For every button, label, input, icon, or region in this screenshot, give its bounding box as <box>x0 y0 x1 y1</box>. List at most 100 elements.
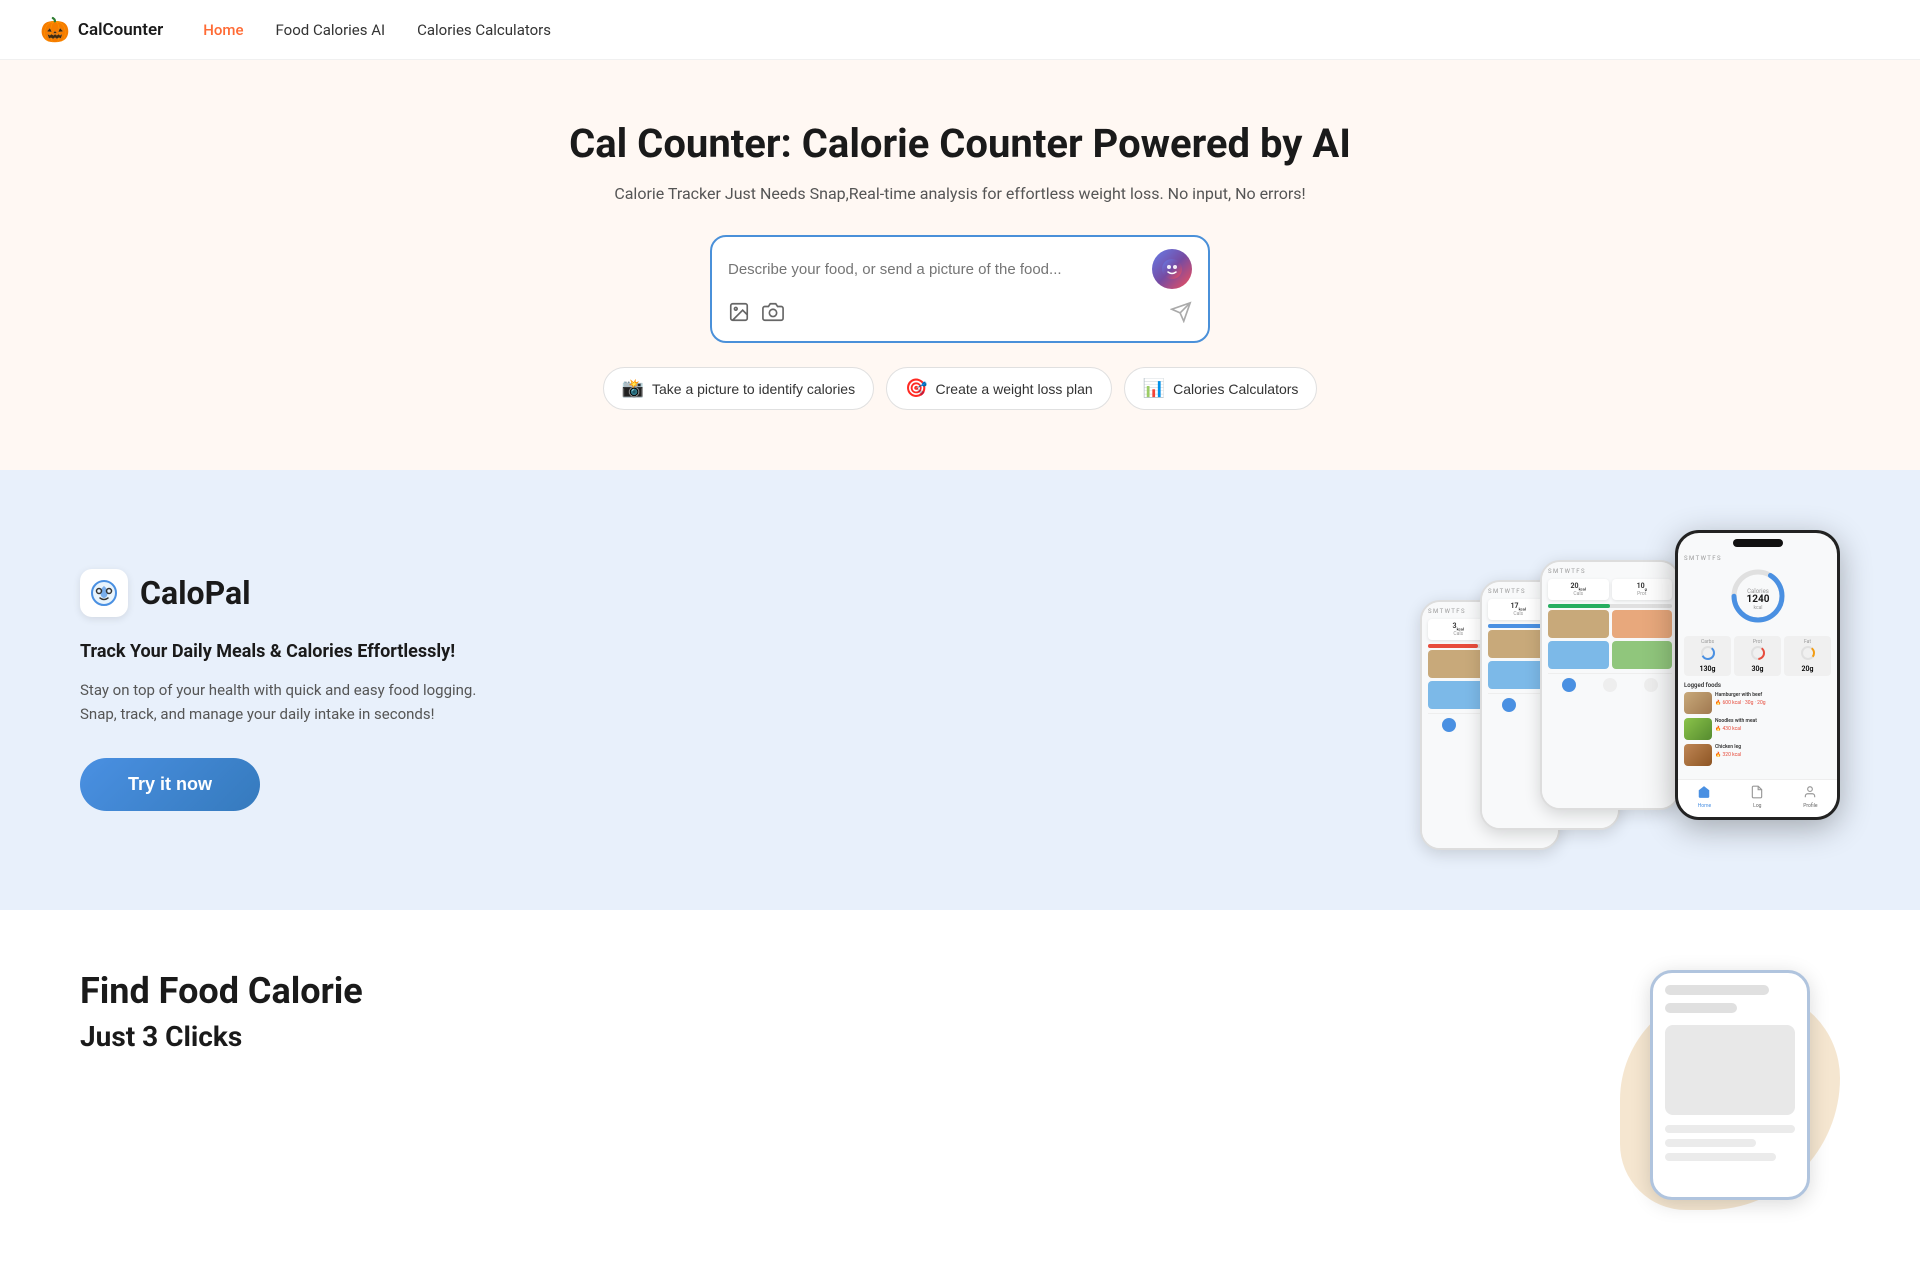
phone-main-screen: S M T W T F S Calories 1240 kcal <box>1678 533 1837 817</box>
search-bottom <box>728 301 1192 329</box>
food-thumb <box>1612 610 1673 638</box>
nav-link-home[interactable]: Home <box>203 21 243 39</box>
food-item-row: Chicken leg 🔥 320 kcal <box>1684 744 1831 766</box>
phone-stack: S M T W T F S 3kcal Cals 10g Carbs <box>1460 530 1840 850</box>
hero-section: Cal Counter: Calorie Counter Powered by … <box>0 60 1920 470</box>
nav-dot <box>1442 718 1456 732</box>
find-phone-frame <box>1650 970 1810 1200</box>
food-calories: 🔥 430 kcal <box>1715 726 1831 732</box>
find-food-subtitle: Just 3 Clicks <box>80 1020 363 1053</box>
food-thumb <box>1548 641 1609 669</box>
nav-dot <box>1562 678 1576 692</box>
food-info: Hamburger with beef 🔥 600 kcal · 30g · 2… <box>1715 692 1831 714</box>
nav-link-food-calories[interactable]: Food Calories AI <box>276 21 386 39</box>
quick-actions: 📸 Take a picture to identify calories 🎯 … <box>20 367 1900 410</box>
calopal-name: CaloPal <box>140 574 251 612</box>
food-thumbnail <box>1684 718 1712 740</box>
ai-avatar <box>1152 249 1192 289</box>
find-phone-main-area <box>1665 1025 1795 1115</box>
nav-dot <box>1502 698 1516 712</box>
sec-bar <box>1548 604 1672 608</box>
nav-link-calculators[interactable]: Calories Calculators <box>417 21 551 39</box>
calopal-logo-icon <box>80 569 128 617</box>
find-food-title: Find Food Calorie <box>80 970 363 1012</box>
find-phone-text-1 <box>1665 1125 1795 1133</box>
logo[interactable]: 🎃 CalCounter <box>40 16 163 44</box>
phone-notch <box>1733 539 1783 547</box>
image-upload-button[interactable] <box>728 301 750 329</box>
macro-carbs-circle <box>1700 645 1716 661</box>
search-icons <box>728 301 784 329</box>
calendar-header: S M T W T F S <box>1684 555 1831 562</box>
send-button[interactable] <box>1170 301 1192 329</box>
macro-fat: Fat 20g <box>1784 636 1831 676</box>
macro-fat-circle <box>1800 645 1816 661</box>
phone-main-mockup: S M T W T F S Calories 1240 kcal <box>1675 530 1840 820</box>
calopal-description: Stay on top of your health with quick an… <box>80 678 500 726</box>
food-thumbnail <box>1684 744 1712 766</box>
macro-carbs: Carbs 130g <box>1684 636 1731 676</box>
phone-mockup-1: S M T W T F S 20kcal Cals 10g Prot <box>1540 560 1680 810</box>
hero-subtitle: Calorie Tracker Just Needs Snap,Real-tim… <box>20 184 1900 203</box>
find-phone-text-3 <box>1665 1153 1776 1161</box>
calories-display: Calories 1240 kcal <box>1684 566 1831 630</box>
macro-protein-circle <box>1750 645 1766 661</box>
search-input[interactable] <box>728 261 1152 278</box>
find-phone-bar-1 <box>1665 985 1769 995</box>
food-item-row: Noodles with meat 🔥 430 kcal <box>1684 718 1831 740</box>
nav-profile: Profile <box>1803 784 1817 809</box>
sec-food-grid <box>1548 610 1672 669</box>
logged-foods-header: Logged foods <box>1684 682 1831 689</box>
logo-text: CalCounter <box>78 20 163 40</box>
calopal-tagline: Track Your Daily Meals & Calories Effort… <box>80 641 500 662</box>
calopal-left: CaloPal Track Your Daily Meals & Calorie… <box>80 569 500 811</box>
food-calories: 🔥 600 kcal · 30g · 20g <box>1715 700 1831 706</box>
food-info: Noodles with meat 🔥 430 kcal <box>1715 718 1831 740</box>
hero-title: Cal Counter: Calorie Counter Powered by … <box>20 120 1900 168</box>
food-thumbnail <box>1684 692 1712 714</box>
calc-quick-icon: 📊 <box>1143 378 1165 399</box>
food-thumb <box>1548 610 1609 638</box>
nav-dot <box>1644 678 1658 692</box>
nav-links: Home Food Calories AI Calories Calculato… <box>203 21 551 39</box>
nav-dot <box>1603 678 1617 692</box>
food-info: Chicken leg 🔥 320 kcal <box>1715 744 1831 766</box>
find-food-right <box>1560 970 1840 1220</box>
sec-card: 20kcal Cals <box>1548 579 1609 600</box>
phone-bottom-nav: Home Log Profile <box>1678 779 1837 817</box>
phone-mockups: S M T W T F S 3kcal Cals 10g Carbs <box>1460 530 1840 850</box>
calculators-label: Calories Calculators <box>1173 381 1298 397</box>
sec-bar-fill <box>1548 604 1610 608</box>
search-top <box>728 249 1192 289</box>
weight-loss-plan-button[interactable]: 🎯 Create a weight loss plan <box>886 367 1112 410</box>
sec-nav <box>1548 673 1672 696</box>
find-phone-bar-2 <box>1665 1003 1737 1013</box>
food-thumb <box>1612 641 1673 669</box>
plan-quick-icon: 🎯 <box>905 378 927 399</box>
phone-screen-1: S M T W T F S 20kcal Cals 10g Prot <box>1542 562 1678 808</box>
logo-icon: 🎃 <box>40 16 70 44</box>
sec-header-1: S M T W T F S <box>1548 568 1672 575</box>
navbar: 🎃 CalCounter Home Food Calories AI Calor… <box>0 0 1920 60</box>
macro-protein: Prot 30g <box>1734 636 1781 676</box>
find-phone-content <box>1653 973 1807 1179</box>
find-food-section: Find Food Calorie Just 3 Clicks <box>0 910 1920 1280</box>
search-container <box>710 235 1210 343</box>
try-it-now-button[interactable]: Try it now <box>80 758 260 811</box>
calories-circle-chart: Calories 1240 kcal <box>1728 566 1788 626</box>
weight-loss-label: Create a weight loss plan <box>936 381 1093 397</box>
find-food-left: Find Food Calorie Just 3 Clicks <box>80 970 363 1053</box>
take-picture-button[interactable]: 📸 Take a picture to identify calories <box>603 367 875 410</box>
calculators-button[interactable]: 📊 Calories Calculators <box>1124 367 1318 410</box>
find-illustration <box>1560 970 1840 1220</box>
food-item-row: Hamburger with beef 🔥 600 kcal · 30g · 2… <box>1684 692 1831 714</box>
svg-text:kcal: kcal <box>1753 605 1762 611</box>
sec-grid-1: 20kcal Cals 10g Prot <box>1548 579 1672 600</box>
phone-main-content: S M T W T F S Calories 1240 kcal <box>1678 551 1837 774</box>
food-name: Noodles with meat <box>1715 718 1831 724</box>
macros-row: Carbs 130g Prot <box>1684 636 1831 676</box>
food-name: Hamburger with beef <box>1715 692 1831 698</box>
calopal-brand: CaloPal <box>80 569 500 617</box>
food-name: Chicken leg <box>1715 744 1831 750</box>
camera-button[interactable] <box>762 301 784 329</box>
